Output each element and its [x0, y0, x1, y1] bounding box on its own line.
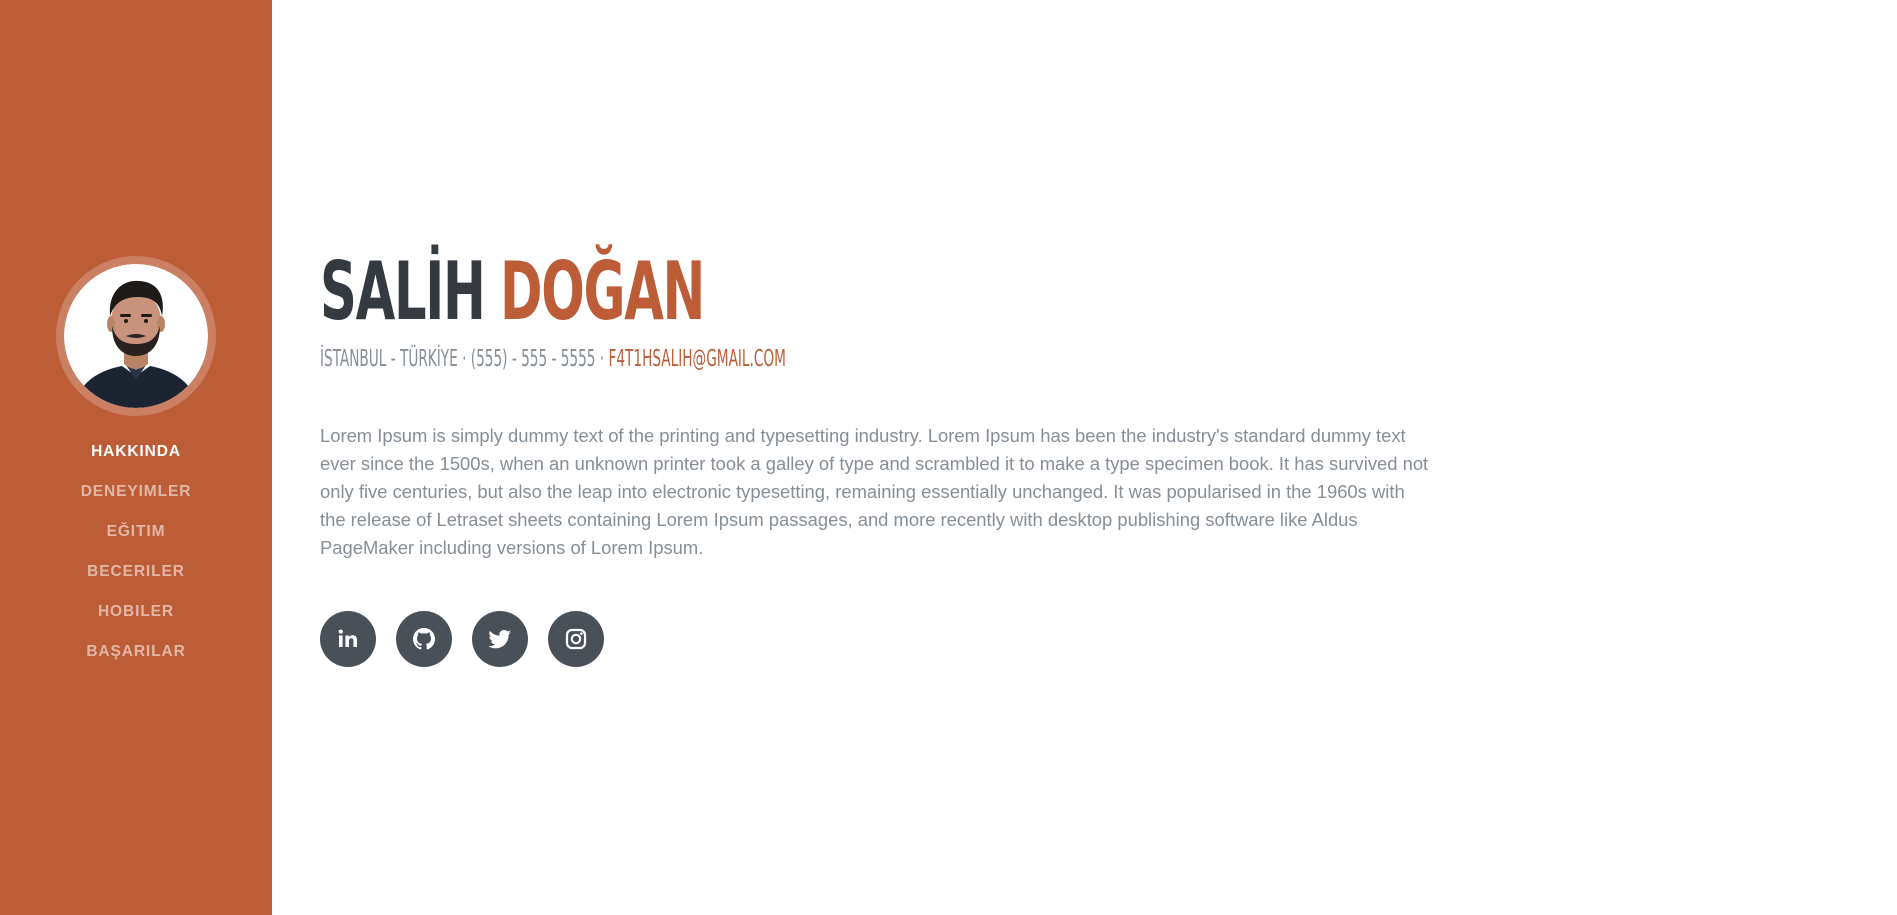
page-title: SALİH DOĞAN	[320, 245, 705, 338]
nav-item: DENEYIMLER	[0, 472, 272, 512]
nav-link-2[interactable]: DENEYIMLER	[81, 483, 192, 501]
nav-item: HOBILER	[0, 592, 272, 632]
main-content: SALİH DOĞAN İSTANBUL - TÜRKİYE · (555) - …	[272, 0, 1897, 915]
github-link[interactable]	[396, 611, 452, 667]
contact-details: İSTANBUL - TÜRKİYE · (555) - 555 - 5555 …	[320, 346, 609, 372]
nav-item: HAKKINDA	[0, 432, 272, 472]
about-text: Lorem Ipsum is simply dummy text of the …	[320, 425, 1429, 558]
github-icon	[413, 628, 435, 650]
sidebar-nav: HAKKINDA DENEYIMLER EĞITIM BECERILER HOBILER…	[0, 432, 272, 672]
nav-link-6[interactable]: BAŞARILAR	[86, 643, 185, 661]
twitter-icon	[488, 630, 511, 649]
contact-info: İSTANBUL - TÜRKİYE · (555) - 555 - 5555 …	[320, 344, 786, 374]
last-name: DOĞAN	[499, 245, 705, 338]
email-link[interactable]: F4T1HSALIH@GMAIL.COM	[609, 346, 786, 372]
linkedin-icon	[338, 629, 357, 647]
profile-avatar	[56, 256, 216, 416]
nav-link-3[interactable]: EĞITIM	[107, 523, 166, 541]
nav-item: BECERILER	[0, 552, 272, 592]
nav-item: EĞITIM	[0, 512, 272, 552]
instagram-link[interactable]	[548, 611, 604, 667]
twitter-link[interactable]	[472, 611, 528, 667]
nav-link-5[interactable]: HOBILER	[98, 603, 174, 621]
sidebar: HAKKINDA DENEYIMLER EĞITIM BECERILER HOBILER…	[0, 0, 272, 915]
first-name: SALİH	[320, 245, 486, 338]
nav-item: BAŞARILAR	[0, 632, 272, 672]
nav-link-4[interactable]: BECERILER	[87, 563, 185, 581]
linkedin-link[interactable]	[320, 611, 376, 667]
instagram-icon	[565, 628, 587, 650]
social-icons	[320, 611, 604, 667]
nav-link-1[interactable]: HAKKINDA	[91, 443, 181, 461]
profile-photo	[64, 264, 208, 408]
